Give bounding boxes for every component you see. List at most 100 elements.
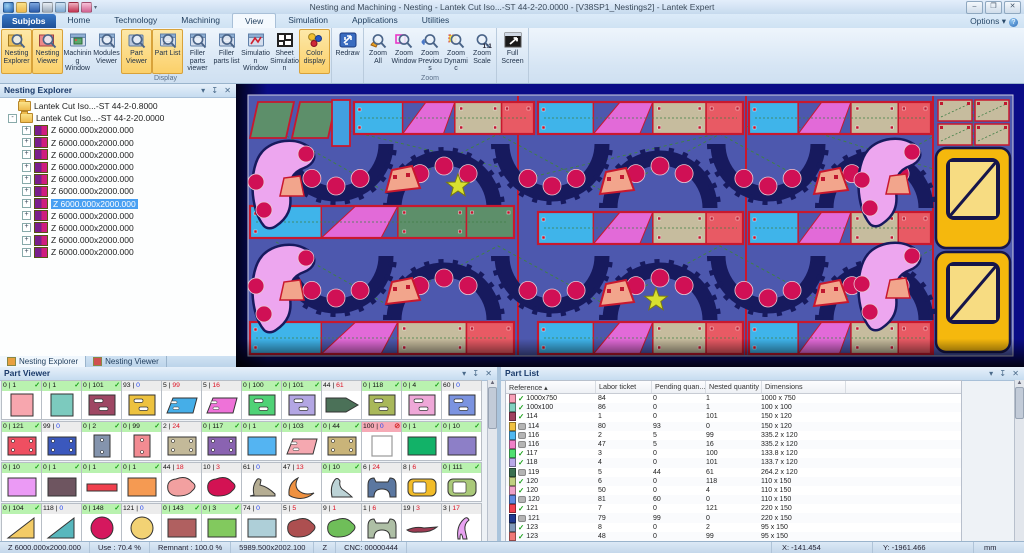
tab-simulation[interactable]: Simulation [276,13,340,27]
part-cell-26[interactable]: 0 | 1✓ [41,462,82,502]
part-cell-2[interactable]: 0 | 1✓ [41,380,82,420]
pin-icon[interactable]: ↧ [211,86,220,95]
part-cell-23[interactable]: 0 | 1✓ [401,421,442,461]
part-list-row-7[interactable]: ✓11730100133.8 x 120 [506,449,961,458]
part-cell-16[interactable]: 0 | 99✓ [121,421,162,461]
help-icon[interactable]: ? [1009,18,1018,27]
part-list-row-5[interactable]: 1162599335.2 x 120 [506,431,961,440]
part-cell-47[interactable]: 19 | 3 [401,503,442,543]
tab-view[interactable]: View [232,13,276,28]
part-cell-38[interactable]: 118 | 0 [41,503,82,543]
tree-expander[interactable]: + [22,175,31,184]
tree-expander[interactable]: + [22,223,31,232]
part-cell-4[interactable]: 93 | 0 [121,380,162,420]
part-cell-20[interactable]: 0 | 103✓ [281,421,322,461]
tree-expander[interactable]: + [22,126,31,135]
column-header-labor-ticket[interactable]: Labor ticket [596,381,652,393]
tree-sheet-item-10[interactable]: +Z 6000.000x2000.000 [0,234,236,246]
part-list-row-12[interactable]: 12081600110 x 150 [506,495,961,504]
tree-folder-1[interactable]: Lantek Cut Iso...-ST 44-2-0.8000 [0,100,236,112]
tab-utilities[interactable]: Utilities [410,13,461,27]
part-cell-33[interactable]: 0 | 10✓ [321,462,362,502]
part-cell-12[interactable]: 60 | 0 [441,380,482,420]
part-cell-27[interactable]: 0 | 1✓ [81,462,122,502]
part-cell-21[interactable]: 0 | 44✓ [321,421,362,461]
part-viewer-button[interactable]: Part Viewer [121,29,152,74]
part-cell-31[interactable]: 61 | 0 [241,462,282,502]
part-cell-10[interactable]: 0 | 118✓ [361,380,402,420]
part-cell-19[interactable]: 0 | 1✓ [241,421,282,461]
part-cell-17[interactable]: 2 | 24 [161,421,202,461]
part-cell-9[interactable]: 44 | 61 [321,380,362,420]
part-list-row-8[interactable]: ✓11840101133.7 x 120 [506,458,961,467]
part-list-button[interactable]: Part List [152,29,183,74]
tree-sheet-item-9[interactable]: +Z 6000.000x2000.000 [0,222,236,234]
part-cell-22[interactable]: 100 | 0⊘ [361,421,402,461]
chart-icon[interactable] [68,2,79,13]
part-cell-43[interactable]: 74 | 0 [241,503,282,543]
part-cell-7[interactable]: 0 | 100✓ [241,380,282,420]
part-cell-8[interactable]: 0 | 101✓ [281,380,322,420]
part-cell-28[interactable]: 0 | 1✓ [121,462,162,502]
nesting-canvas[interactable] [236,84,1024,367]
panel-close-icon[interactable]: ✕ [224,86,233,95]
tree-sheet-item-8[interactable]: +Z 6000.000x2000.000 [0,210,236,222]
pin-icon[interactable]: ↧ [999,369,1008,378]
zoom-dynamic-button[interactable]: Zoom Dynamic [443,29,469,74]
redraw-button[interactable]: Redraw [333,29,362,74]
tree-sheet-item-2[interactable]: +Z 6000.000x2000.000 [0,137,236,149]
zoom-previous-button[interactable]: Zoom Previous [417,29,443,74]
simulation-window-button[interactable]: Simulation Window [241,29,270,74]
part-cell-3[interactable]: 0 | 101✓ [81,380,122,420]
column-header-reference[interactable]: Reference ▴ [506,381,596,393]
zoom-all-button[interactable]: Zoom All [365,29,391,74]
part-list-row-14[interactable]: 12179990220 x 150 [506,513,961,522]
panel-close-icon[interactable]: ✕ [1012,369,1021,378]
tab-technology[interactable]: Technology [102,13,169,27]
zoom-window-button[interactable]: Zoom Window [391,29,417,74]
part-cell-13[interactable]: 0 | 121✓ [1,421,42,461]
part-cell-40[interactable]: 121 | 0 [121,503,162,543]
qat-more-icon[interactable]: ▾ [94,4,97,11]
panel-menu-icon[interactable]: ▾ [462,369,468,378]
part-viewer-scrollbar[interactable]: ▲ [487,380,497,541]
tree-sheet-item-6[interactable]: +Z 6000.000x2000.000 [0,185,236,197]
part-cell-15[interactable]: 0 | 2✓ [81,421,122,461]
modules-viewer-button[interactable]: Modules Viewer [92,29,121,74]
column-header-pending-quan-[interactable]: Pending quan... [652,381,706,393]
tree-expander[interactable]: + [22,248,31,257]
part-cell-5[interactable]: 5 | 99 [161,380,202,420]
tree-sheet-item-4[interactable]: +Z 6000.000x2000.000 [0,161,236,173]
tree-expander[interactable]: + [22,138,31,147]
column-header-nested-quantity[interactable]: Nested quantity [706,381,762,393]
machining-window-button[interactable]: Machining Window [63,29,92,74]
nesting-viewer-button[interactable]: Nesting Viewer [32,29,63,74]
part-list-scrollbar[interactable]: ▲ [1014,380,1024,541]
filler-parts-list-button[interactable]: Filler parts list [212,29,241,74]
part-cell-35[interactable]: 8 | 6 [401,462,442,502]
part-cell-44[interactable]: 5 | 5 [281,503,322,543]
panel-menu-icon[interactable]: ▾ [989,369,995,378]
column-header-dimensions[interactable]: Dimensions [762,381,846,393]
restore-button[interactable]: ❐ [985,1,1002,14]
part-cell-18[interactable]: 0 | 117✓ [201,421,242,461]
part-cell-25[interactable]: 0 | 10✓ [1,462,42,502]
print-icon[interactable] [42,2,53,13]
part-cell-39[interactable]: 0 | 148✓ [81,503,122,543]
bottom-tab-nesting-viewer[interactable]: Nesting Viewer [86,356,167,367]
part-list-row-15[interactable]: ✓12380295 x 150 [506,523,961,532]
part-cell-29[interactable]: 44 | 18 [161,462,202,502]
options-menu[interactable]: Options ▾? [970,16,1018,27]
full-screen-button[interactable]: Full Screen [498,29,527,74]
part-cell-14[interactable]: 99 | 0 [41,421,82,461]
save-icon[interactable] [29,2,40,13]
part-list-row-16[interactable]: ✓1234809995 x 150 [506,532,961,541]
nesting-explorer-button[interactable]: Nesting Explorer [1,29,32,74]
panel-close-icon[interactable]: ✕ [485,369,494,378]
tree-sheet-item-11[interactable]: +Z 6000.000x2000.000 [0,246,236,258]
sheet-simulation-button[interactable]: Sheet Simulation [270,29,299,74]
part-cell-48[interactable]: 3 | 17 [441,503,482,543]
preview-icon[interactable] [55,2,66,13]
part-cell-37[interactable]: 0 | 104✓ [1,503,42,543]
part-cell-36[interactable]: 0 | 111✓ [441,462,482,502]
